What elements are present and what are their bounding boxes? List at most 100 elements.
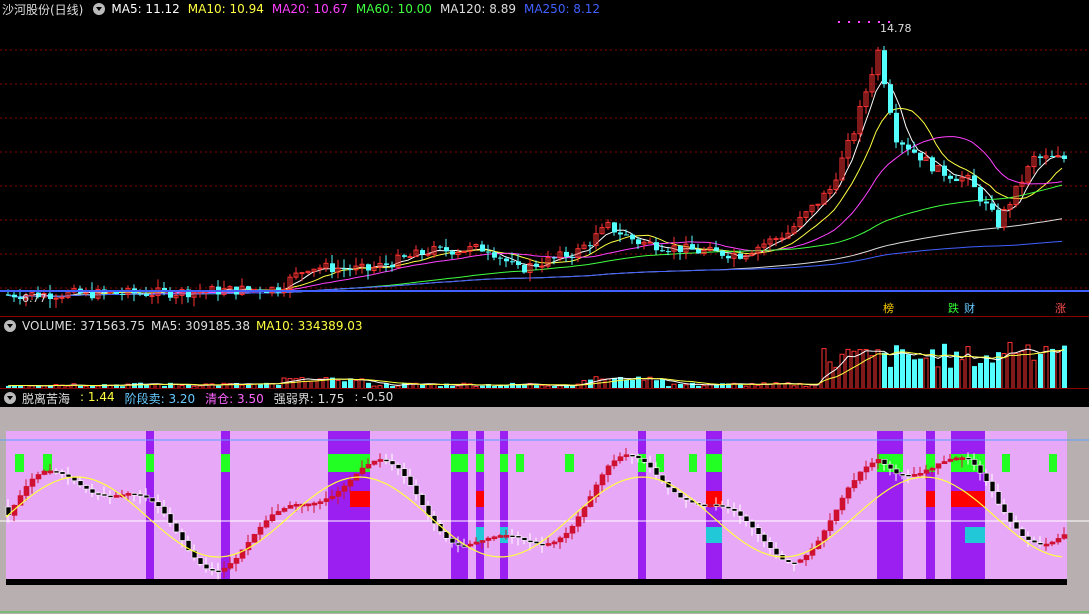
legend-item: MA120: 8.89 bbox=[439, 2, 516, 16]
green-band bbox=[706, 454, 722, 472]
tag-cai: 财 bbox=[964, 302, 975, 315]
indicator-candle bbox=[509, 535, 516, 538]
volume-bar bbox=[1019, 350, 1025, 389]
volume-values: VOLUME: 371563.75 MA5: 309185.38 MA10: 334… bbox=[22, 319, 369, 333]
indicator-candle bbox=[1019, 528, 1026, 537]
candle-body bbox=[647, 241, 653, 244]
indicator-candle bbox=[155, 501, 162, 507]
volume-bar bbox=[1007, 341, 1013, 389]
volume-collapse-icon[interactable] bbox=[4, 320, 16, 332]
green-band bbox=[221, 454, 230, 472]
red-band bbox=[350, 491, 370, 507]
indicator-candle bbox=[179, 531, 186, 541]
volume-bar bbox=[1043, 346, 1049, 389]
indicator-candle bbox=[761, 534, 768, 542]
red-band bbox=[926, 491, 935, 507]
legend-item: 强弱界: 1.75 bbox=[273, 391, 345, 406]
indicator-candle bbox=[827, 520, 834, 531]
indicator-candle bbox=[971, 459, 978, 466]
cyan-band bbox=[500, 527, 508, 543]
volume-bar bbox=[1031, 359, 1037, 389]
base-line bbox=[0, 290, 1089, 292]
candle-body bbox=[618, 232, 623, 235]
volume-bar bbox=[821, 348, 827, 389]
indicator-candle bbox=[1055, 538, 1062, 543]
low-price-label: 6.77 bbox=[22, 292, 47, 305]
indicator-candle bbox=[383, 459, 390, 462]
cyan-band bbox=[706, 527, 722, 543]
volume-bar bbox=[959, 359, 965, 389]
volume-bar bbox=[918, 358, 923, 389]
candle-body bbox=[444, 247, 449, 252]
candle-body bbox=[107, 291, 113, 294]
price-legend: 沙河股份(日线) MA5: 11.12 MA10: 10.94 MA20: 10.6… bbox=[0, 0, 1089, 18]
indicator-candle bbox=[599, 474, 606, 486]
price-pane[interactable]: 沙河股份(日线) MA5: 11.12 MA10: 10.94 MA20: 10.6… bbox=[0, 0, 1089, 316]
volume-bar bbox=[863, 349, 869, 389]
indicator-candle bbox=[989, 481, 996, 492]
volume-pane[interactable]: VOLUME: 371563.75 MA5: 309185.38 MA10: 334… bbox=[0, 316, 1089, 389]
indicator-candle bbox=[227, 563, 234, 569]
tag-bang: 榜 bbox=[883, 302, 894, 315]
volume-bar bbox=[923, 357, 929, 389]
candle-body bbox=[612, 222, 617, 233]
candle-body bbox=[564, 251, 569, 257]
legend-item: : -0.50 bbox=[354, 389, 394, 404]
indicator-collapse-icon[interactable] bbox=[4, 392, 16, 404]
marker-dot bbox=[848, 21, 850, 23]
indicator-candle bbox=[293, 503, 300, 507]
candle-body bbox=[407, 256, 413, 259]
volume-bar bbox=[827, 361, 833, 389]
collapse-toggle-icon[interactable] bbox=[93, 3, 106, 15]
indicator-candle bbox=[41, 470, 48, 475]
candle-body bbox=[690, 244, 695, 250]
candle-body bbox=[366, 264, 371, 271]
indicator-candle bbox=[473, 541, 480, 545]
indicator-candle bbox=[965, 457, 972, 460]
legend-item: 阶段卖: 3.20 bbox=[124, 391, 196, 406]
candle-body bbox=[906, 144, 911, 150]
volume-bar bbox=[972, 366, 977, 389]
indicator-candle bbox=[641, 458, 648, 463]
candle-body bbox=[486, 251, 491, 253]
indicator-candle bbox=[731, 508, 738, 512]
candle-body bbox=[588, 245, 593, 247]
volume-chart[interactable] bbox=[0, 335, 1089, 389]
candlestick-chart[interactable] bbox=[0, 18, 1089, 316]
indicator-candle bbox=[575, 516, 582, 527]
indicator-candle bbox=[977, 464, 984, 474]
cyan-band bbox=[965, 527, 985, 543]
legend-item: MA20: 10.67 bbox=[271, 2, 348, 16]
ma-line bbox=[5, 184, 1063, 298]
volume-bar bbox=[875, 349, 881, 389]
indicator-candle bbox=[263, 520, 270, 528]
indicator-candle bbox=[713, 503, 720, 507]
tag-zhang: 涨 bbox=[1055, 302, 1066, 315]
indicator-candle bbox=[149, 497, 156, 503]
indicator-candle bbox=[1049, 541, 1056, 545]
indicator-candle bbox=[479, 540, 486, 543]
candle-body bbox=[930, 157, 935, 172]
candle-body bbox=[948, 175, 953, 179]
indicator-candle bbox=[701, 504, 708, 507]
candle-body bbox=[6, 294, 11, 296]
volume-bar bbox=[906, 354, 911, 389]
candle-body bbox=[636, 239, 641, 245]
indicator-candle bbox=[107, 495, 114, 498]
indicator-candle bbox=[1061, 534, 1068, 539]
indicator-candle bbox=[221, 567, 228, 572]
ma-legend: MA5: 11.12 MA10: 10.94 MA20: 10.67 MA60: 10… bbox=[111, 2, 608, 16]
candle-body bbox=[114, 291, 119, 294]
indicator-pane[interactable]: 脱离苦海: 1.44 阶段卖: 3.20 清仓: 3.50 强弱界: 1.75: -0… bbox=[0, 388, 1089, 614]
candle-body bbox=[888, 84, 893, 113]
candle-body bbox=[996, 209, 1001, 228]
candle-body bbox=[696, 249, 701, 254]
indicator-candle bbox=[995, 491, 1002, 505]
indicator-chart[interactable] bbox=[0, 407, 1089, 614]
indicator-candle bbox=[173, 522, 180, 533]
candle-body bbox=[900, 142, 905, 145]
indicator-candle bbox=[569, 525, 576, 534]
indicator-candle bbox=[755, 527, 762, 535]
indicator-candle bbox=[485, 537, 492, 541]
candle-body bbox=[480, 244, 485, 252]
